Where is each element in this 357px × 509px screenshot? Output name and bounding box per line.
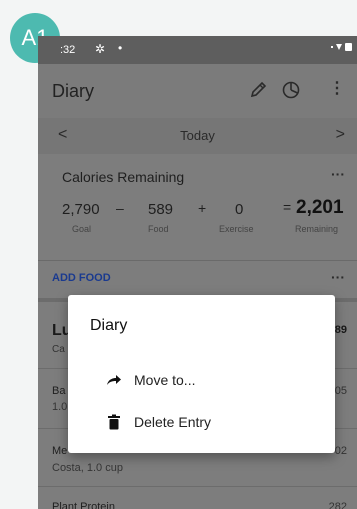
add-food-button[interactable]: ADD FOOD [52, 272, 111, 284]
meal-calories: 89 [334, 324, 347, 336]
plus-sign: + [198, 200, 207, 216]
entry-calories: 02 [334, 445, 347, 457]
exercise-label: Exercise [219, 224, 254, 234]
food-value: 589 [148, 201, 174, 218]
status-time: :32 [60, 44, 76, 56]
entry-detail: Costa, 1.0 cup [52, 462, 123, 474]
entry-options-dialog: Diary Move to... Delete Entry [68, 295, 335, 453]
pie-svg [282, 81, 300, 99]
date-label[interactable]: Today [38, 128, 357, 143]
trash-svg [108, 414, 120, 430]
forward-svg [107, 375, 121, 385]
entry-name: Ba [52, 385, 66, 397]
page-title: Diary [52, 81, 95, 101]
edit-pencil-icon[interactable] [246, 78, 270, 102]
forward-arrow-icon [106, 372, 122, 388]
toolbar: Diary ⋮ [38, 64, 357, 118]
add-food-more-icon[interactable]: ··· [331, 269, 345, 285]
move-to-label: Move to... [134, 372, 196, 388]
food-label: Food [148, 224, 169, 234]
chevron-right-icon[interactable]: > [336, 126, 345, 144]
goal-label: Goal [72, 224, 92, 234]
equals-sign: = [283, 199, 292, 215]
date-navigator: < Today > [38, 118, 357, 154]
calories-more-icon[interactable]: ··· [331, 166, 345, 182]
minus-sign: – [116, 200, 124, 216]
entry-name: Plant Protein [52, 501, 115, 509]
entry-calories: 282 [328, 501, 347, 509]
food-entry[interactable]: Plant Protein 282 [38, 486, 357, 509]
delete-entry-option[interactable]: Delete Entry [68, 405, 335, 441]
dialog-title: Diary [90, 317, 128, 334]
remaining-value: 2,201 [296, 197, 344, 218]
pie-chart-icon[interactable] [279, 78, 303, 102]
notification-dot-icon: • [118, 41, 123, 55]
entry-calories: 05 [334, 385, 347, 397]
calories-title: Calories Remaining [62, 169, 185, 185]
entry-detail: 1.0 [52, 401, 68, 413]
goal-value: 2,790 [62, 201, 100, 218]
move-to-option[interactable]: Move to... [68, 363, 335, 399]
meal-subtitle: Ca [52, 344, 65, 355]
status-icons [331, 43, 352, 51]
delete-entry-label: Delete Entry [134, 414, 212, 430]
overflow-menu-icon[interactable]: ⋮ [327, 79, 347, 103]
status-bar: :32 ✲ • [38, 36, 357, 64]
add-food-bar: ADD FOOD ··· [38, 260, 357, 298]
gear-icon: ✲ [95, 42, 106, 56]
entry-name: Me [52, 445, 68, 457]
trash-icon [106, 414, 122, 430]
exercise-value: 0 [235, 201, 244, 218]
wifi-battery-icon [331, 42, 353, 55]
pencil-svg [250, 81, 267, 98]
remaining-label: Remaining [295, 224, 339, 234]
